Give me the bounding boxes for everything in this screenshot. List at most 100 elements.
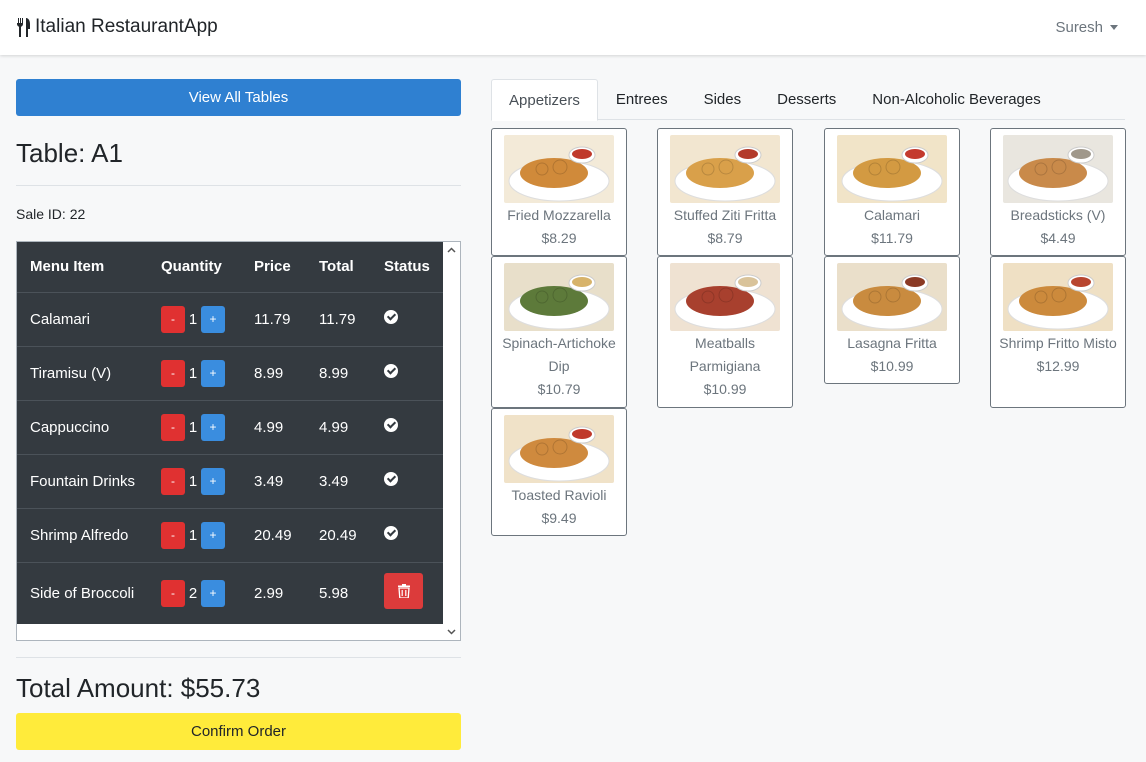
food-image: [1003, 263, 1113, 331]
tab-sides[interactable]: Sides: [686, 79, 760, 120]
cell-status: [371, 345, 444, 400]
increase-quantity-button[interactable]: +: [201, 305, 225, 333]
table-row: Fountain Drinks - 1 + 3.49 3.49: [17, 453, 444, 508]
menu-item-price: $10.99: [703, 381, 747, 397]
brand-label: Italian RestaurantApp: [35, 16, 218, 37]
decrease-quantity-button[interactable]: -: [161, 521, 185, 549]
increase-quantity-button[interactable]: +: [201, 413, 225, 441]
tab-entrees[interactable]: Entrees: [598, 79, 686, 120]
menu-item-price: $12.99: [1036, 358, 1080, 374]
table-row: Calamari - 1 + 11.79 11.79: [17, 291, 444, 346]
view-all-tables-button[interactable]: View All Tables: [16, 79, 461, 116]
menu-item-card[interactable]: Calamari $11.79: [824, 128, 960, 256]
cell-menu-item: Cappuccino: [17, 399, 148, 454]
category-tabs: Appetizers Entrees Sides Desserts Non-Al…: [491, 79, 1125, 121]
cell-price: 3.49: [241, 453, 306, 508]
menu-item-name: Meatballs Parmigiana: [689, 335, 761, 374]
divider: [16, 185, 461, 186]
tab-desserts[interactable]: Desserts: [759, 79, 854, 120]
navbar: Italian RestaurantApp Suresh: [0, 0, 1146, 55]
menu-item-card[interactable]: Fried Mozzarella $8.29: [491, 128, 627, 256]
quantity-value: 1: [188, 526, 198, 544]
scroll-down-icon[interactable]: [447, 627, 456, 636]
check-circle-icon: [384, 418, 398, 432]
decrease-quantity-button[interactable]: -: [161, 413, 185, 441]
col-header-status: Status: [371, 242, 444, 293]
menu-item-card[interactable]: Stuffed Ziti Fritta $8.79: [657, 128, 793, 256]
increase-quantity-button[interactable]: +: [201, 521, 225, 549]
cell-quantity: - 2 +: [148, 561, 241, 624]
check-circle-icon: [384, 310, 398, 324]
menu-item-name: Spinach-Artichoke Dip: [502, 335, 616, 374]
menu-item-name: Fried Mozzarella: [507, 207, 611, 223]
food-image: [504, 415, 614, 483]
increase-quantity-button[interactable]: +: [201, 359, 225, 387]
cell-status: [371, 507, 444, 562]
menu-item-price: $8.29: [541, 230, 577, 246]
cell-total: 5.98: [306, 561, 371, 624]
menu-item-card[interactable]: Toasted Ravioli $9.49: [491, 408, 627, 536]
cell-quantity: - 1 +: [148, 399, 241, 454]
confirm-order-button[interactable]: Confirm Order: [16, 713, 461, 750]
cell-price: 8.99: [241, 345, 306, 400]
quantity-value: 1: [188, 472, 198, 490]
menu-item-card[interactable]: Lasagna Fritta $10.99: [824, 256, 960, 384]
check-circle-icon: [384, 364, 398, 378]
scroll-up-icon[interactable]: [447, 246, 456, 255]
cell-price: 20.49: [241, 507, 306, 562]
table-row: Shrimp Alfredo - 1 + 20.49 20.49: [17, 507, 444, 562]
decrease-quantity-button[interactable]: -: [161, 579, 185, 607]
menu-item-name: Stuffed Ziti Fritta: [673, 207, 777, 223]
cell-menu-item: Calamari: [17, 291, 148, 346]
decrease-quantity-button[interactable]: -: [161, 305, 185, 333]
col-header-menu-item: Menu Item: [17, 242, 148, 293]
menu-item-card[interactable]: Breadsticks (V) $4.49: [990, 128, 1126, 256]
food-image: [837, 263, 947, 331]
quantity-value: 1: [188, 364, 198, 382]
menu-item-name: Lasagna Fritta: [847, 335, 937, 351]
menu-item-name: Breadsticks (V): [1010, 207, 1106, 223]
menu-item-price: $10.79: [537, 381, 581, 397]
menu-item-price: $4.49: [1040, 230, 1076, 246]
menu-item-card[interactable]: Shrimp Fritto Misto $12.99: [990, 256, 1126, 408]
food-image: [1003, 135, 1113, 203]
cell-total: 4.99: [306, 399, 371, 454]
table-row: Cappuccino - 1 + 4.99 4.99: [17, 399, 444, 454]
check-circle-icon: [384, 472, 398, 486]
col-header-total: Total: [306, 242, 371, 293]
cell-menu-item: Tiramisu (V): [17, 345, 148, 400]
total-amount: Total Amount: $55.73: [16, 673, 261, 703]
food-image: [670, 135, 780, 203]
cell-status: [371, 399, 444, 454]
delete-item-button[interactable]: [384, 573, 423, 610]
decrease-quantity-button[interactable]: -: [161, 359, 185, 387]
cell-total: 11.79: [306, 291, 371, 346]
col-header-price: Price: [241, 242, 306, 293]
increase-quantity-button[interactable]: +: [201, 579, 225, 607]
menu-item-price: $8.79: [707, 230, 743, 246]
brand[interactable]: Italian RestaurantApp: [16, 16, 218, 38]
cell-price: 4.99: [241, 399, 306, 454]
menu-item-price: $9.49: [541, 510, 577, 526]
tab-appetizers[interactable]: Appetizers: [491, 79, 598, 121]
menu-item-card[interactable]: Meatballs Parmigiana $10.99: [657, 256, 793, 408]
food-image: [504, 135, 614, 203]
tab-non-alcoholic-beverages[interactable]: Non-Alcoholic Beverages: [854, 79, 1058, 120]
food-image: [670, 263, 780, 331]
cell-menu-item: Side of Broccoli: [17, 561, 148, 624]
increase-quantity-button[interactable]: +: [201, 467, 225, 495]
cell-status: [371, 453, 444, 508]
cell-quantity: - 1 +: [148, 507, 241, 562]
cell-quantity: - 1 +: [148, 453, 241, 508]
menu-item-name: Calamari: [863, 207, 920, 223]
scrollbar[interactable]: [443, 242, 460, 640]
user-menu[interactable]: Suresh: [1055, 19, 1118, 36]
trash-icon: [397, 584, 410, 599]
menu-item-name: Toasted Ravioli: [511, 487, 607, 503]
cell-status: [371, 561, 444, 624]
menu-item-card[interactable]: Spinach-Artichoke Dip $10.79: [491, 256, 627, 408]
decrease-quantity-button[interactable]: -: [161, 467, 185, 495]
cell-total: 3.49: [306, 453, 371, 508]
col-header-quantity: Quantity: [148, 242, 241, 293]
cell-total: 8.99: [306, 345, 371, 400]
